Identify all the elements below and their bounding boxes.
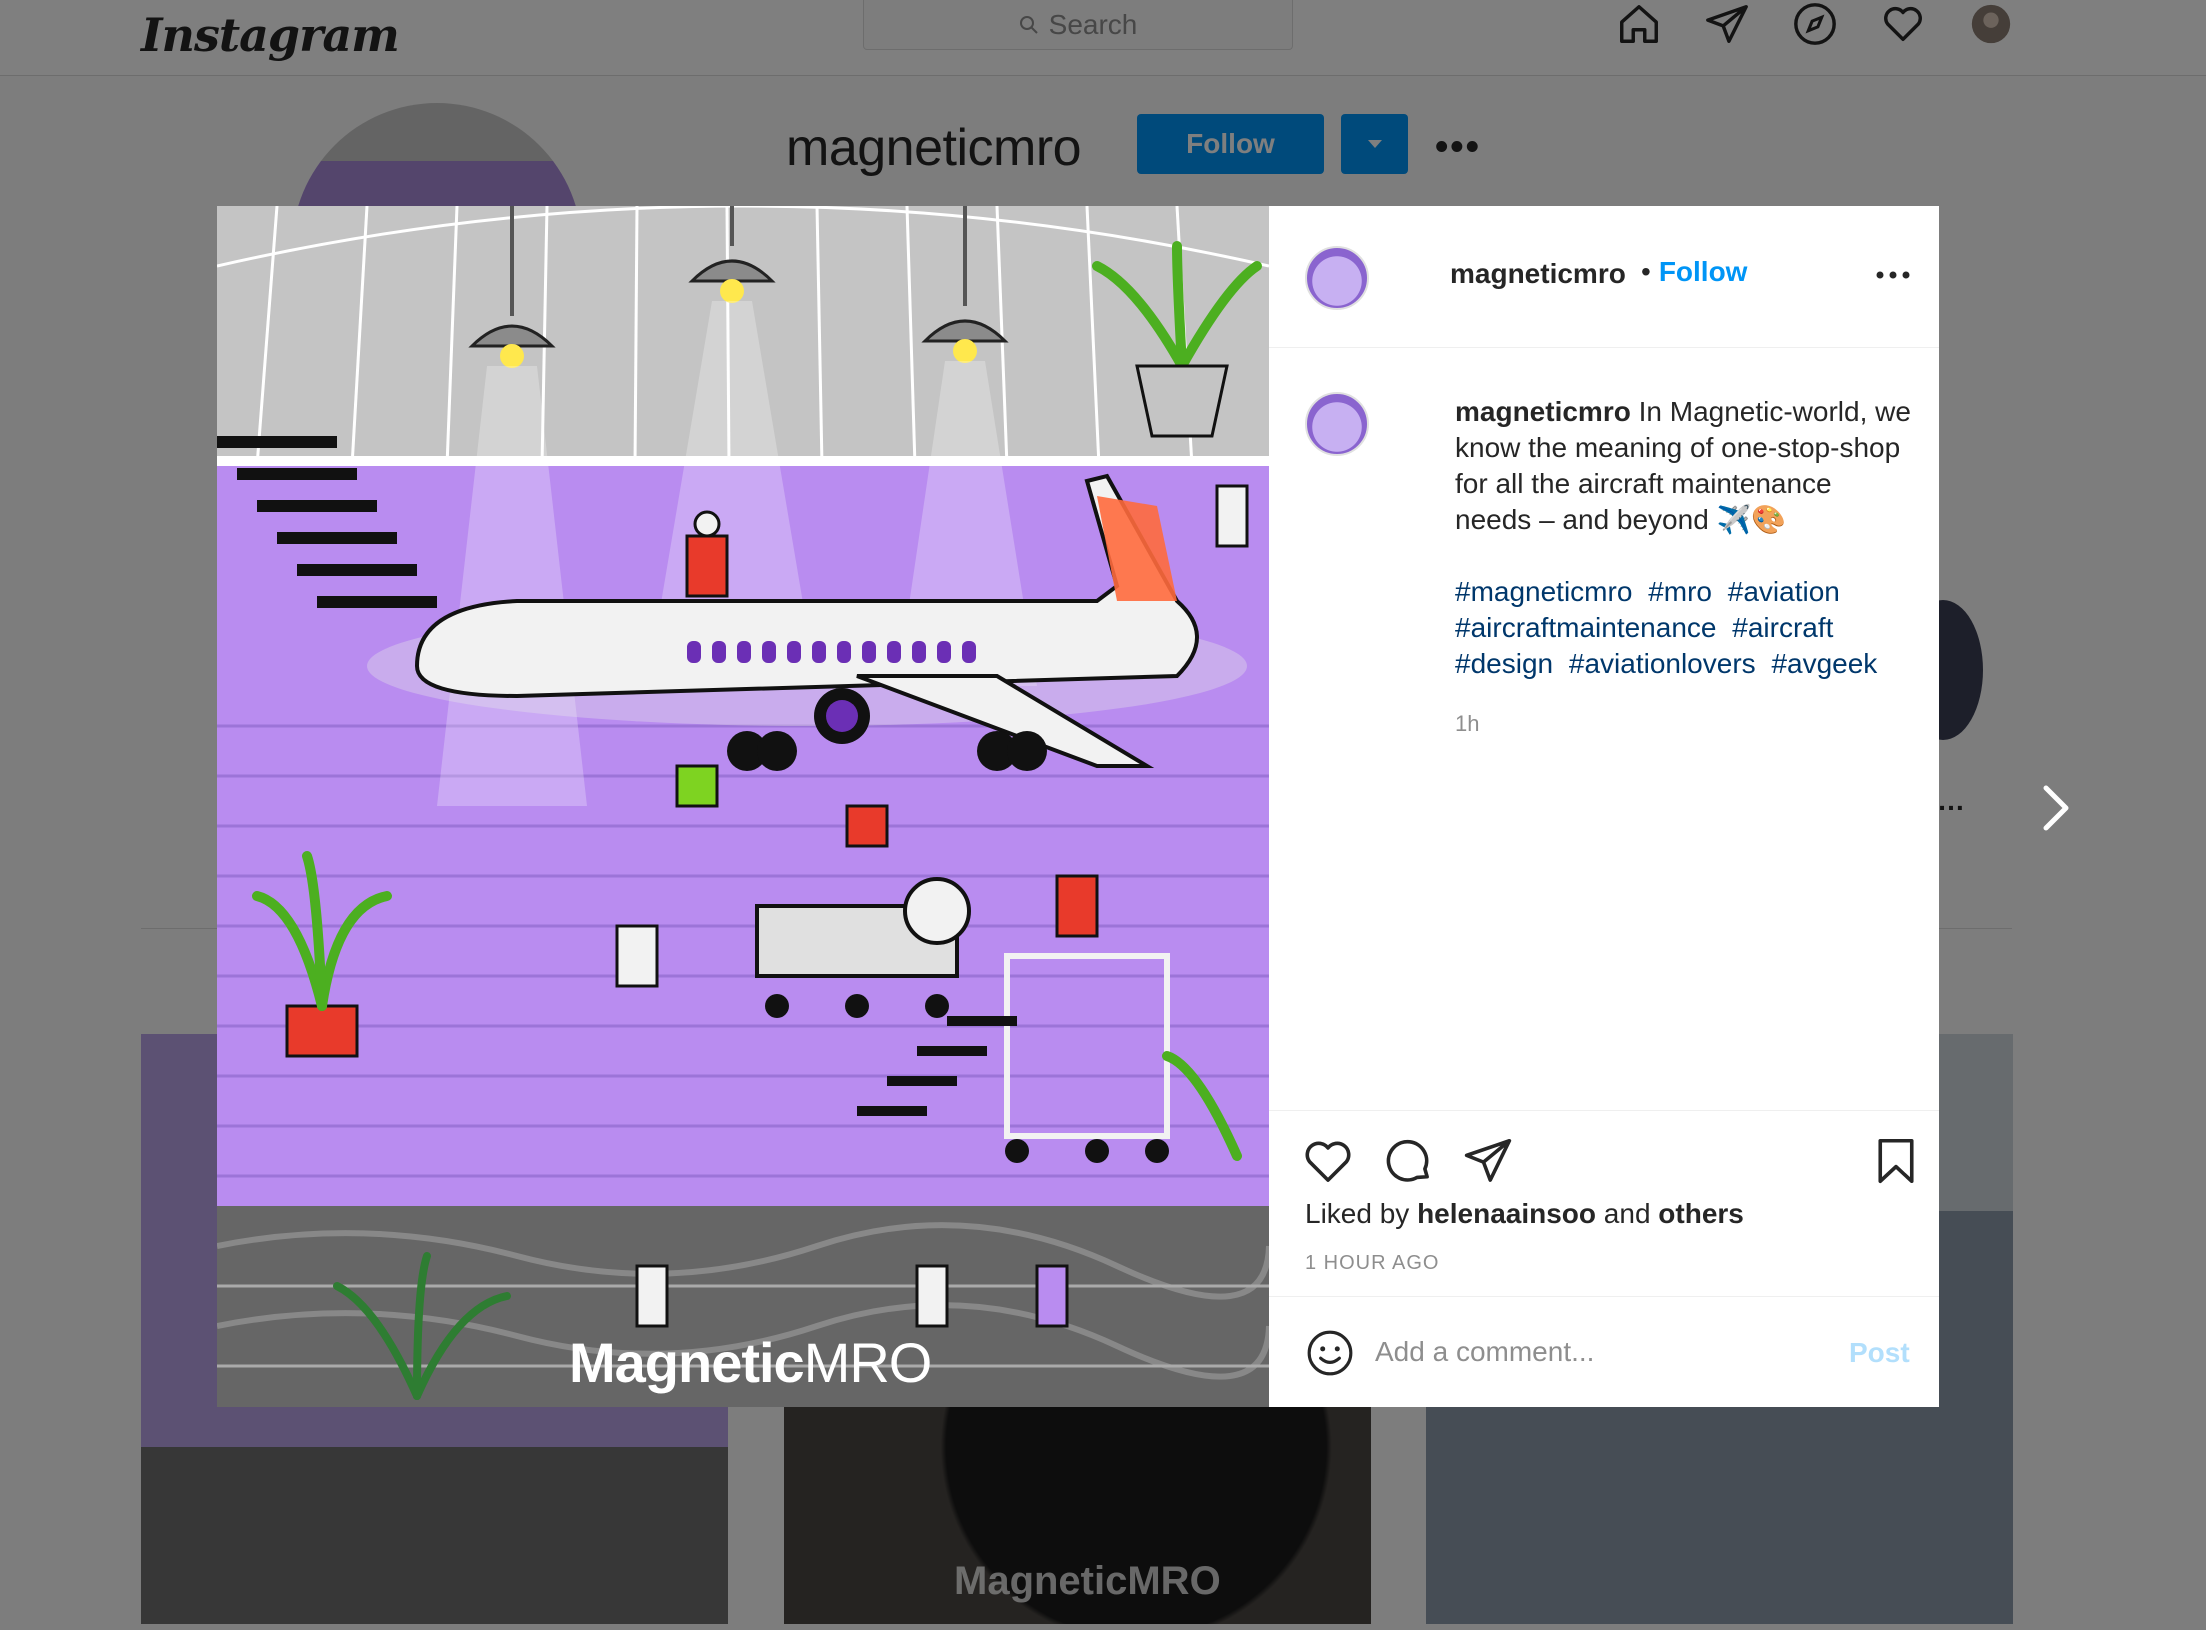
add-comment-input[interactable] (1375, 1320, 1805, 1384)
share-paper-plane-icon[interactable] (1461, 1134, 1515, 1188)
hashtag-link[interactable]: #avgeek (1771, 648, 1877, 679)
liked-by-others-link[interactable]: others (1658, 1198, 1744, 1229)
logo-word-bold: Magnetic (569, 1331, 805, 1394)
hashtag-link[interactable]: #magneticmro (1455, 576, 1632, 607)
logo-word-light: MRO (803, 1331, 933, 1394)
next-post-chevron-icon[interactable] (2036, 783, 2076, 833)
likes-summary: Liked by helenaainsoo and others (1305, 1198, 1744, 1230)
likes-prefix: Liked by (1305, 1198, 1410, 1229)
post-caption: magneticmro In Magnetic-world, we know t… (1455, 394, 1915, 538)
header-follow-button[interactable]: Follow (1659, 256, 1748, 288)
hashtag-link[interactable]: #aircraft (1732, 612, 1833, 643)
header-follow-group: • Follow (1641, 256, 1747, 288)
post-image[interactable]: MagneticMRO (217, 206, 1269, 1407)
caption-time[interactable]: 1h (1455, 711, 1479, 737)
like-heart-icon[interactable] (1301, 1134, 1355, 1188)
caption-username[interactable]: magneticmro (1455, 396, 1631, 427)
magnetic-mro-logo: MagneticMRO (569, 1330, 933, 1395)
hashtag-link[interactable]: #design (1455, 648, 1553, 679)
hashtag-list: #magneticmro #mro #aviation #aircraftmai… (1455, 574, 1925, 682)
emoji-smiley-icon[interactable] (1305, 1328, 1355, 1378)
hashtag-link[interactable]: #aviationlovers (1569, 648, 1756, 679)
post-author-avatar[interactable] (1305, 246, 1369, 310)
caption-author-avatar[interactable] (1305, 392, 1369, 456)
action-divider (1269, 1110, 1939, 1111)
more-options-icon[interactable] (1875, 270, 1911, 280)
likes-middle: and (1603, 1198, 1651, 1229)
comment-icon[interactable] (1381, 1134, 1435, 1188)
liked-by-user-link[interactable]: helenaainsoo (1417, 1198, 1596, 1229)
post-timestamp[interactable]: 1 HOUR AGO (1305, 1252, 1439, 1275)
post-comment-button[interactable]: Post (1849, 1337, 1910, 1369)
post-author-username[interactable]: magneticmro (1450, 258, 1626, 290)
post-modal: MagneticMRO magneticmro • Follow magneti… (217, 206, 1939, 1407)
post-header: magneticmro • Follow (1269, 206, 1939, 348)
separator-dot: • (1641, 256, 1651, 287)
post-sidebar: magneticmro • Follow magneticmro In Magn… (1269, 206, 1939, 1407)
hashtag-link[interactable]: #mro (1648, 576, 1712, 607)
hangar-illustration (217, 206, 1269, 1407)
hashtag-link[interactable]: #aviation (1728, 576, 1840, 607)
save-bookmark-icon[interactable] (1869, 1134, 1923, 1188)
hashtag-link[interactable]: #aircraftmaintenance (1455, 612, 1716, 643)
